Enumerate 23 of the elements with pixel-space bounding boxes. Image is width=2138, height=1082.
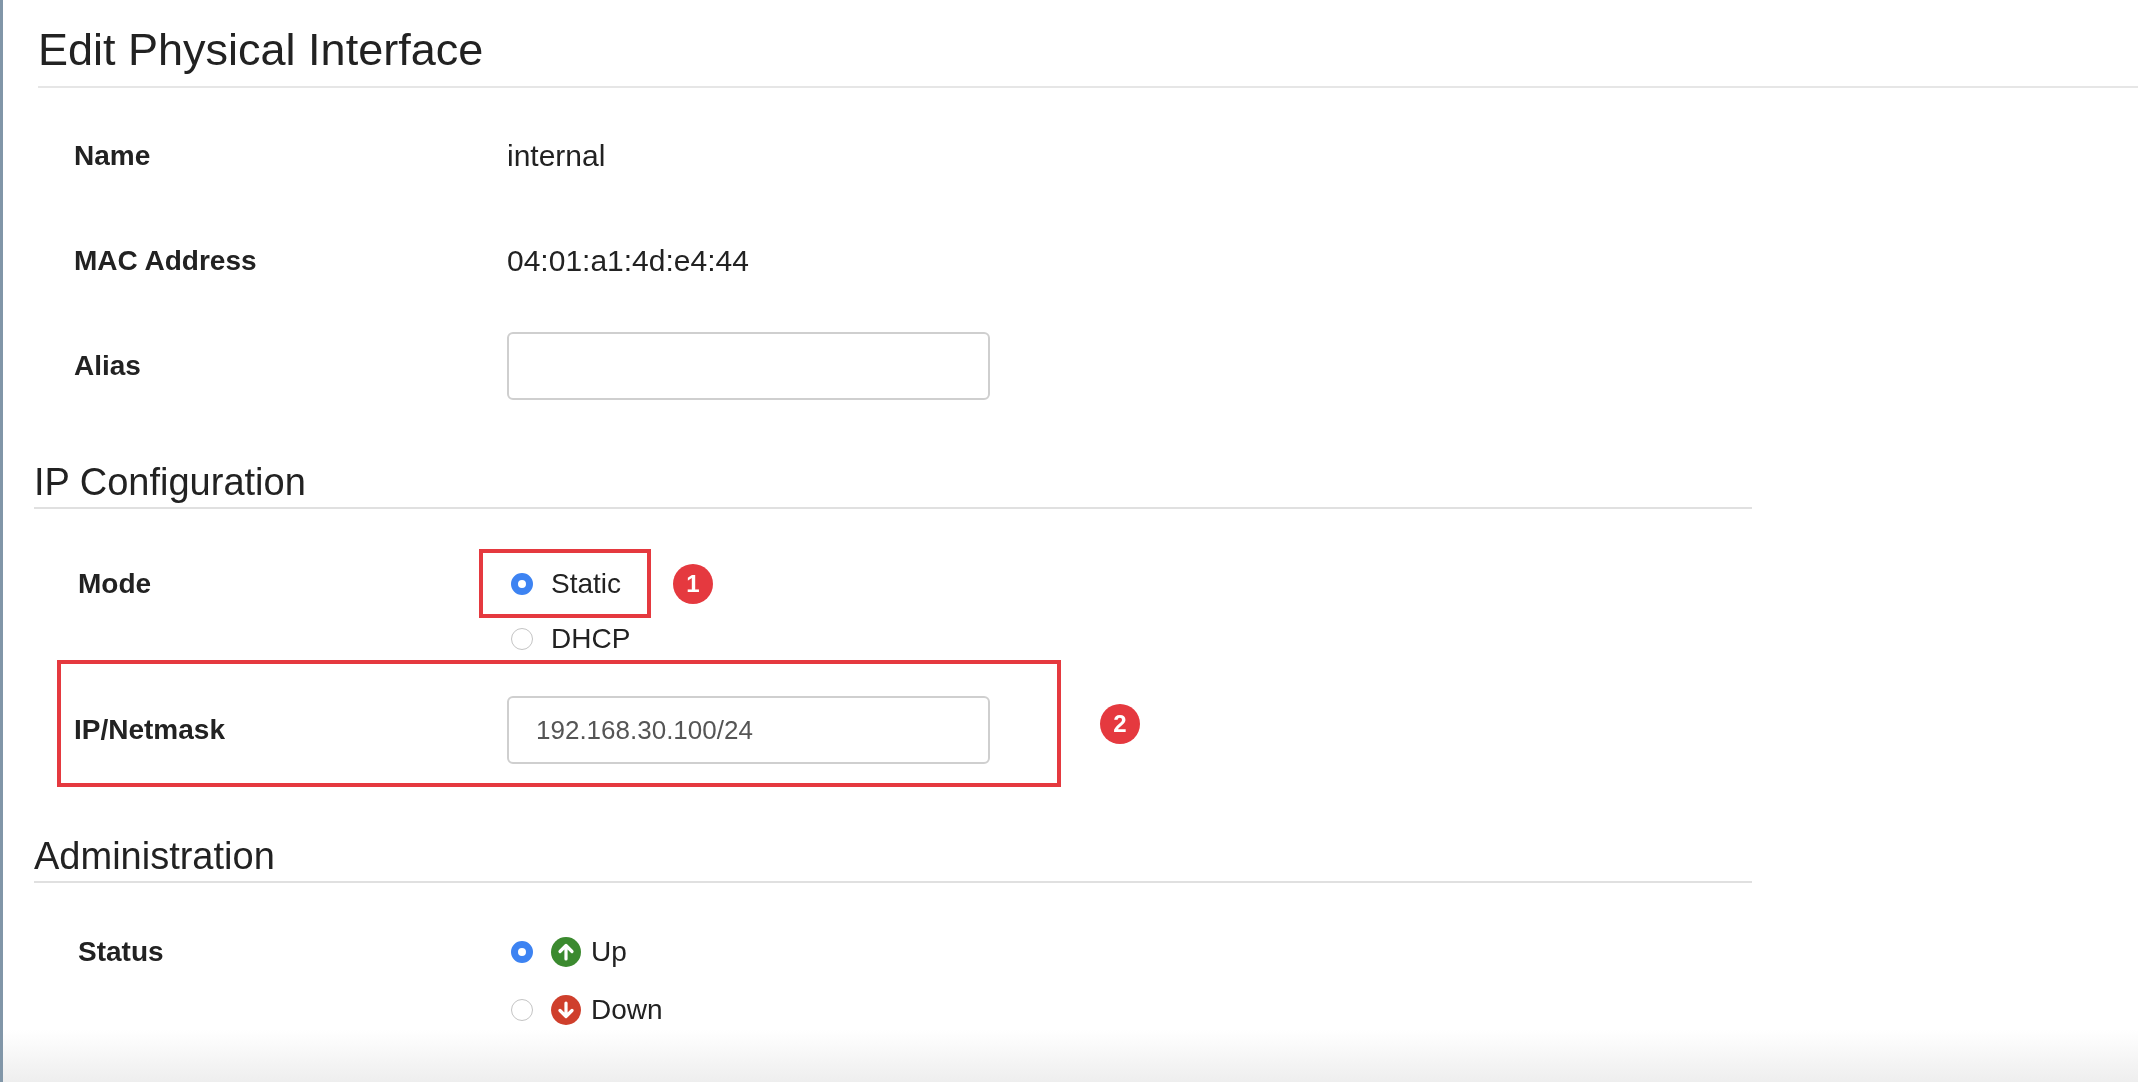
field-label: Mode	[78, 567, 153, 600]
option-label[interactable]: Static	[551, 567, 622, 600]
page-title: Edit Physical Interface	[38, 0, 2138, 88]
text-field[interactable]: 192.168.30.100/24	[507, 696, 990, 764]
option-label[interactable]: Up	[591, 936, 627, 968]
section-heading: IP Configuration	[34, 459, 1752, 509]
callout-badge: 2	[1100, 703, 1140, 744]
field-value: internal	[507, 138, 606, 173]
section-heading: Administration	[34, 833, 1752, 883]
radio-button[interactable]	[511, 572, 533, 595]
field-value: 04:01:a1:4d:e4:44	[507, 243, 749, 278]
field-label: MAC Address	[74, 244, 258, 277]
radio-button[interactable]	[511, 999, 533, 1021]
callout-badge: 1	[673, 563, 714, 604]
option-label[interactable]: DHCP	[551, 623, 631, 655]
field-label: Name	[74, 139, 152, 172]
field-label: Status	[78, 936, 165, 968]
radio-button[interactable]	[511, 941, 533, 963]
field-label: Alias	[74, 349, 142, 382]
field-label: IP/Netmask	[74, 714, 226, 746]
text-field[interactable]	[507, 331, 990, 400]
option-label[interactable]: Down	[591, 994, 663, 1026]
radio-button[interactable]	[511, 628, 533, 650]
